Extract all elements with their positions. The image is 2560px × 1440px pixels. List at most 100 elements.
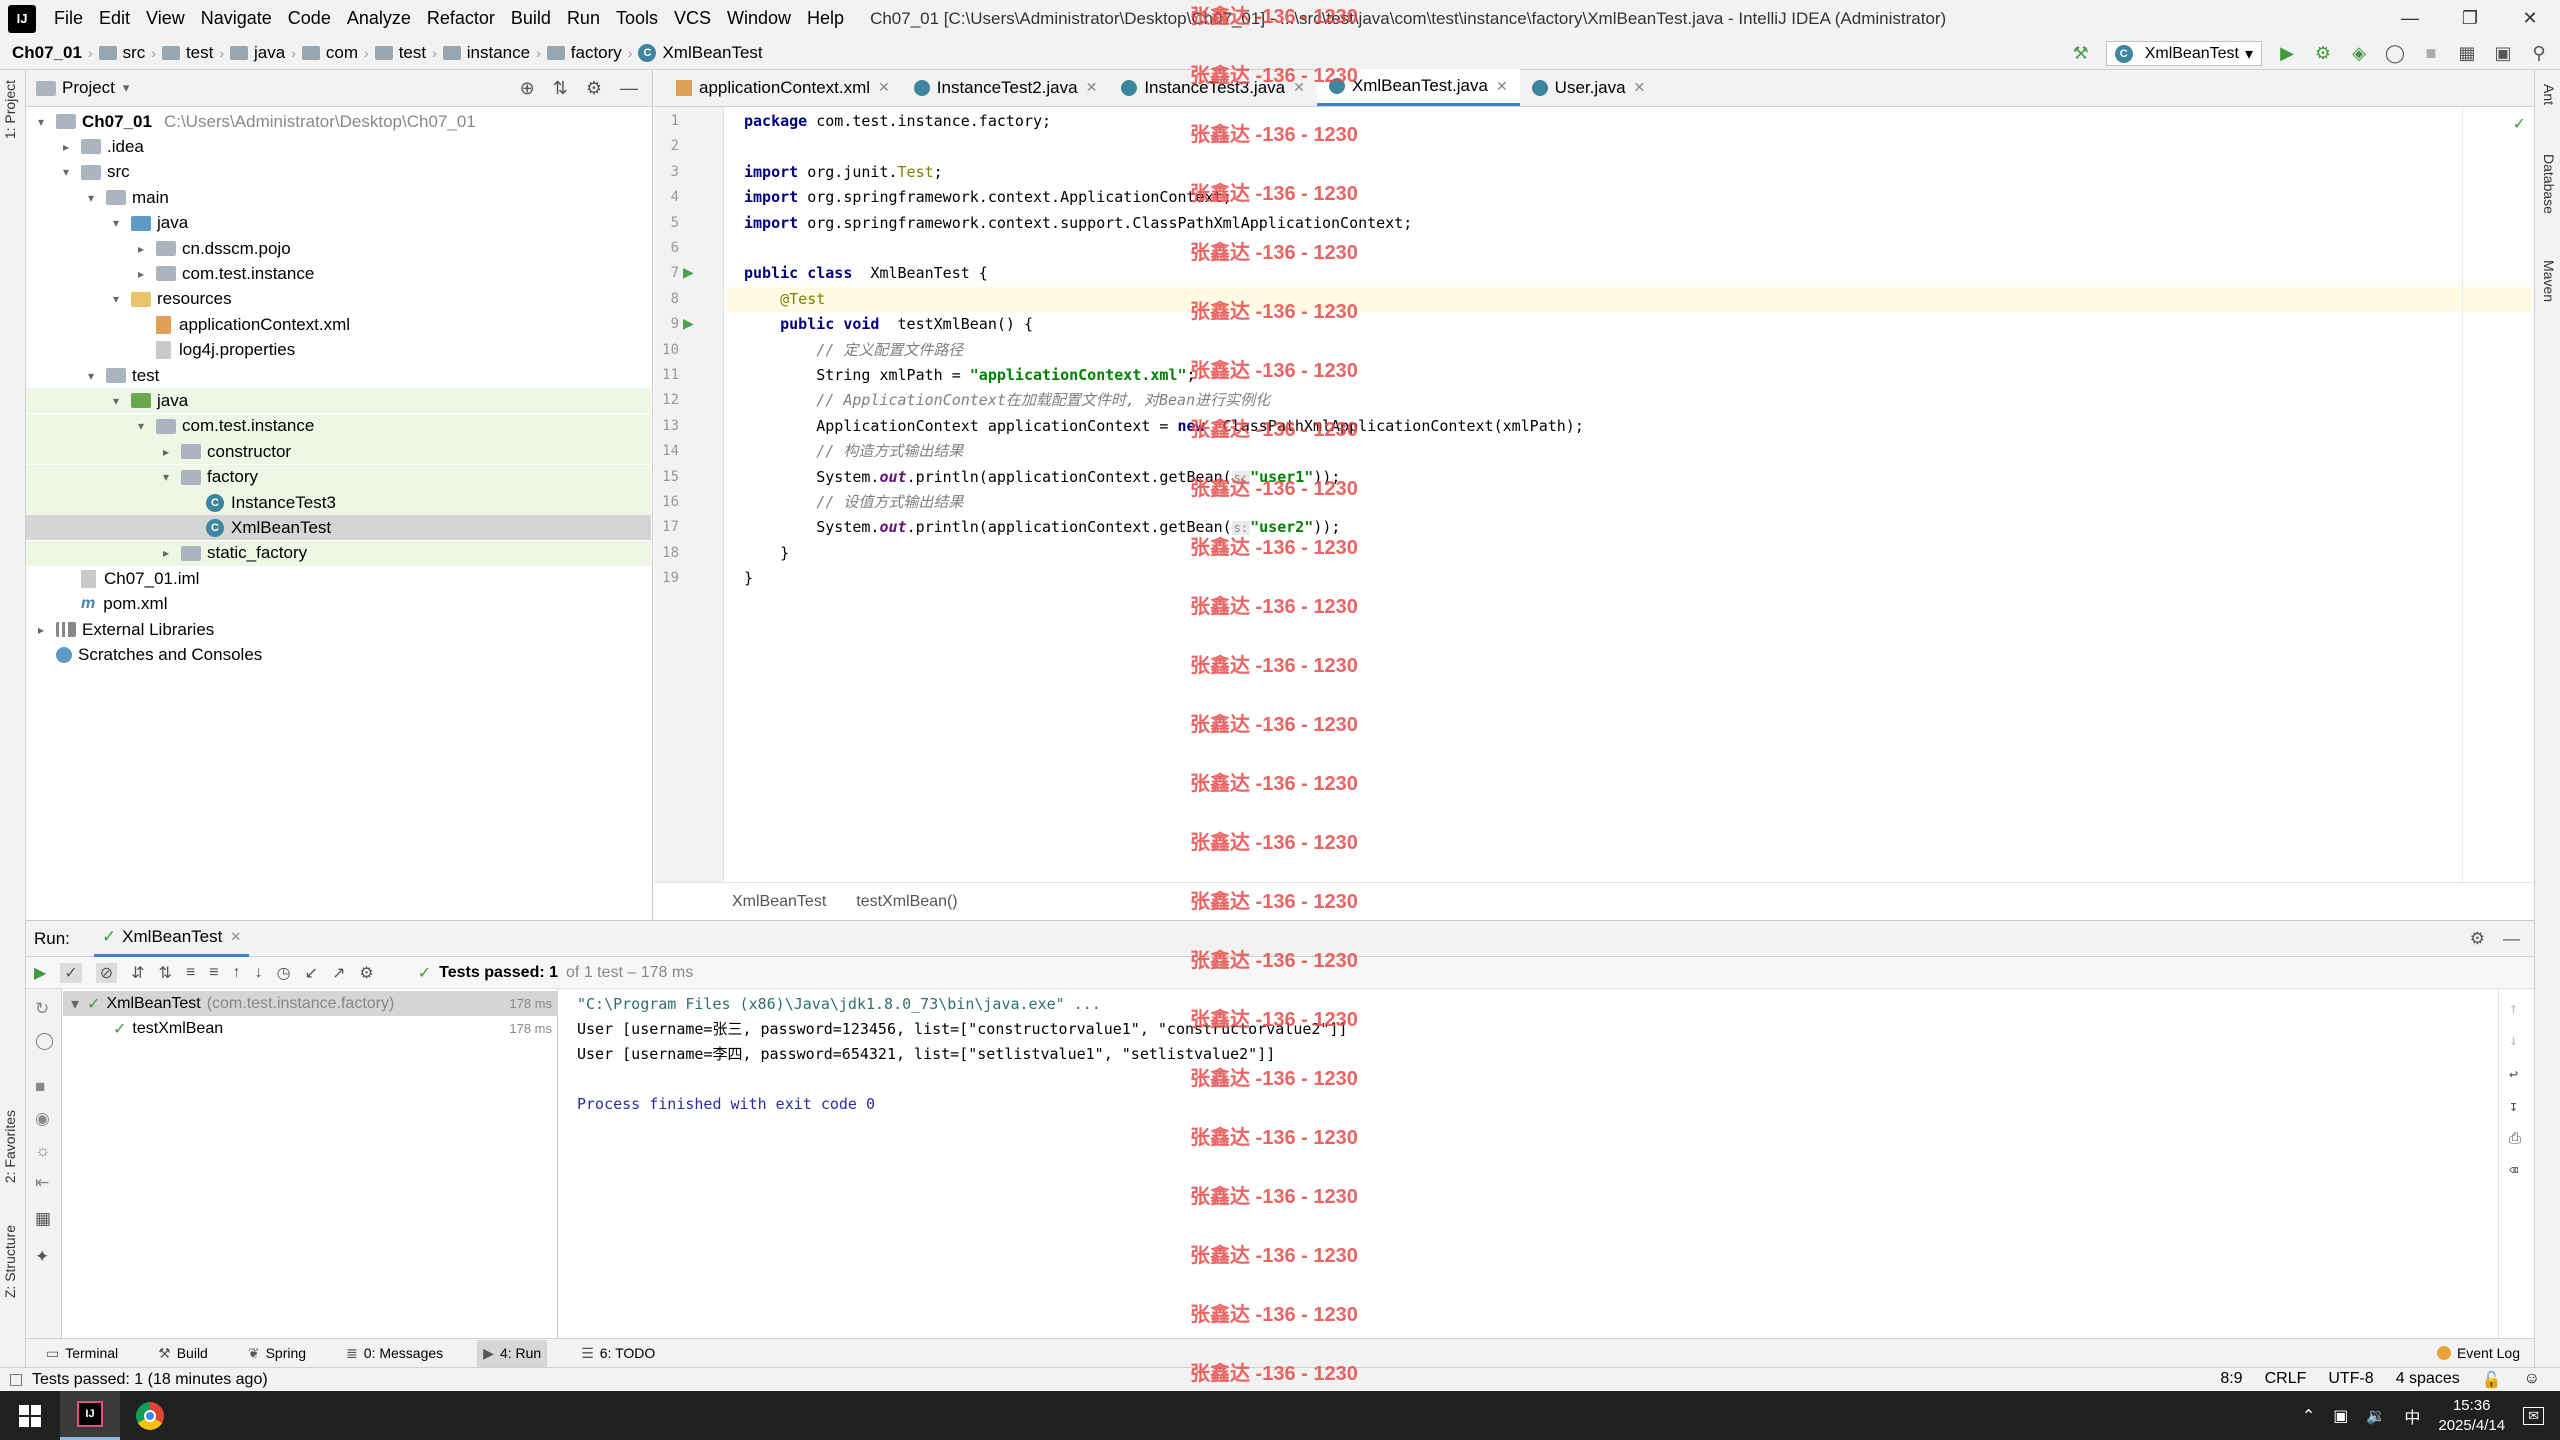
indent-setting[interactable]: 4 spaces xyxy=(2396,1370,2460,1390)
locate-icon[interactable]: ⊕ xyxy=(520,78,535,99)
breadcrumb-item[interactable]: src xyxy=(95,43,150,63)
exit-icon[interactable]: ⇤ xyxy=(35,1173,49,1193)
close-icon[interactable]: ✕ xyxy=(1496,78,1508,95)
editor-tab[interactable]: User.java ✕ xyxy=(1520,69,1658,106)
scroll-to-end-icon[interactable]: ↧ xyxy=(2509,1097,2518,1115)
breadcrumb-item[interactable]: com xyxy=(298,43,362,63)
tray-expand-icon[interactable]: ⌃ xyxy=(2302,1406,2315,1426)
chevron-down-icon[interactable]: ▾ xyxy=(159,470,173,484)
chevron-down-icon[interactable]: ▾ xyxy=(109,216,123,230)
project-structure-icon[interactable]: ▦ xyxy=(2456,43,2478,65)
run-icon[interactable]: ▶ xyxy=(2276,43,2298,65)
tree-item[interactable]: ▾ main xyxy=(26,185,651,210)
gear-icon[interactable]: ⚙ xyxy=(359,963,373,983)
tree-item[interactable]: ▸ constructor xyxy=(26,439,651,465)
chevron-down-icon[interactable]: ▾ xyxy=(84,369,98,383)
restart-icon[interactable]: ◯ xyxy=(35,1031,54,1051)
breadcrumb-item[interactable]: test xyxy=(371,43,430,63)
tree-item[interactable]: C InstanceTest3 xyxy=(26,490,651,515)
editor-crumb-method[interactable]: testXmlBean() xyxy=(856,893,957,911)
run-test-gutter-icon[interactable]: ▶ xyxy=(683,315,694,332)
expand-all-icon[interactable]: ≡ xyxy=(186,964,195,982)
collapse-all-icon[interactable]: ≡ xyxy=(209,964,218,982)
tree-item[interactable]: ▸ .idea xyxy=(26,134,651,159)
editor-tab[interactable]: applicationContext.xml ✕ xyxy=(664,69,902,106)
menu-run[interactable]: Run xyxy=(559,0,608,37)
build-hammer-icon[interactable]: ⚒ xyxy=(2070,43,2092,65)
rerun-icon[interactable]: ▶ xyxy=(34,963,46,983)
project-vtab[interactable]: 1: Project xyxy=(2,80,18,139)
chevron-down-icon[interactable]: ▾ xyxy=(34,115,48,129)
menu-build[interactable]: Build xyxy=(503,0,559,37)
menu-navigate[interactable]: Navigate xyxy=(193,0,280,37)
taskbar-chrome[interactable] xyxy=(120,1391,180,1440)
run-config-dropdown[interactable]: C XmlBeanTest ▾ xyxy=(2105,41,2262,66)
toolwindow-messages[interactable]: ≣ 0: Messages xyxy=(340,1340,449,1367)
gear-icon[interactable]: ⚙ xyxy=(2470,929,2485,949)
menu-refactor[interactable]: Refactor xyxy=(419,0,503,37)
run-tab[interactable]: ✓ XmlBeanTest ✕ xyxy=(93,921,250,957)
collapse-all-icon[interactable]: ⇅ xyxy=(553,78,568,99)
import-tests-icon[interactable]: ↙ xyxy=(305,963,318,983)
stop-icon[interactable]: ■ xyxy=(35,1077,45,1097)
breadcrumb-item[interactable]: instance xyxy=(439,43,534,63)
tree-item[interactable]: ▾ test xyxy=(26,363,651,388)
breadcrumb-item[interactable]: Ch07_01 xyxy=(8,43,86,63)
pin-tab-icon[interactable]: ✦ xyxy=(35,1247,49,1267)
chevron-down-icon[interactable]: ▾ xyxy=(134,419,148,433)
menu-help[interactable]: Help xyxy=(799,0,852,37)
close-icon[interactable]: ✕ xyxy=(1634,79,1646,96)
chevron-down-icon[interactable]: ▾ xyxy=(59,165,73,179)
prev-failed-icon[interactable]: ↑ xyxy=(233,964,241,982)
toolwindow-todo[interactable]: ☰ 6: TODO xyxy=(575,1340,661,1367)
search-icon[interactable]: ⚲ xyxy=(2528,43,2550,65)
structure-vtab[interactable]: Z: Structure xyxy=(2,1225,18,1298)
chevron-down-icon[interactable]: ▾ xyxy=(71,994,79,1014)
minimize-button[interactable]: — xyxy=(2380,0,2440,37)
tree-item[interactable]: ▾ resources xyxy=(26,287,651,312)
toolwindow-build[interactable]: ⚒ Build xyxy=(152,1340,214,1367)
tree-item[interactable]: applicationContext.xml xyxy=(26,312,651,337)
close-icon[interactable]: ✕ xyxy=(230,929,241,945)
show-passed-icon[interactable]: ✓ xyxy=(60,962,82,983)
toolwindow-run[interactable]: ▶ 4: Run xyxy=(477,1339,548,1367)
menu-analyze[interactable]: Analyze xyxy=(339,0,419,37)
close-icon[interactable]: ✕ xyxy=(1293,79,1305,96)
coverage-icon[interactable]: ◈ xyxy=(2348,43,2370,65)
sort-alpha-icon[interactable]: ⇵ xyxy=(131,963,144,983)
menu-window[interactable]: Window xyxy=(719,0,799,37)
ant-vtab[interactable]: Ant xyxy=(2541,84,2557,105)
next-failed-icon[interactable]: ↓ xyxy=(255,964,263,982)
layout-icon[interactable]: ▦ xyxy=(35,1209,51,1229)
network-icon[interactable]: ▣ xyxy=(2333,1406,2348,1426)
show-ignored-icon[interactable]: ⊘ xyxy=(95,962,118,983)
menu-file[interactable]: File xyxy=(46,0,91,37)
close-icon[interactable]: ✕ xyxy=(1086,79,1098,96)
favorites-vtab[interactable]: 2: Favorites xyxy=(2,1110,18,1183)
test-tree-item[interactable]: ▾ ✓ XmlBeanTest (com.test.instance.factory)… xyxy=(63,991,558,1016)
status-message[interactable]: Tests passed: 1 (18 minutes ago) xyxy=(32,1371,268,1389)
breadcrumb-item[interactable]: test xyxy=(158,43,217,63)
tree-item[interactable]: ▾ Ch07_01 C:\Users\Administrator\Desktop\C… xyxy=(26,109,651,134)
windows-start-button[interactable] xyxy=(0,1391,60,1440)
breadcrumb-item[interactable]: java xyxy=(226,43,289,63)
toolwindow-terminal[interactable]: ▭ Terminal xyxy=(40,1340,124,1367)
database-vtab[interactable]: Database xyxy=(2541,154,2557,214)
volume-icon[interactable]: 🔉 xyxy=(2366,1406,2386,1426)
tree-item[interactable]: ▸ com.test.instance xyxy=(26,261,651,286)
clock[interactable]: 15:36 2025/4/14 xyxy=(2438,1396,2505,1436)
menu-vcs[interactable]: VCS xyxy=(666,0,719,37)
chevron-right-icon[interactable]: ▸ xyxy=(134,242,148,256)
editor-tab[interactable]: InstanceTest2.java ✕ xyxy=(902,69,1110,106)
tree-item[interactable]: ▸ cn.dsscm.pojo xyxy=(26,236,651,261)
down-arrow-icon[interactable]: ↓ xyxy=(2509,1031,2518,1049)
chevron-right-icon[interactable]: ▸ xyxy=(159,445,173,459)
tree-item[interactable]: ▾ java xyxy=(26,211,651,236)
tree-item[interactable]: Ch07_01.iml xyxy=(26,566,651,591)
bug-icon[interactable]: ☼ xyxy=(35,1141,51,1161)
pin-icon[interactable]: ↻ xyxy=(35,999,49,1019)
status-toggle-icon[interactable] xyxy=(10,1373,22,1386)
breadcrumb-item[interactable]: factory xyxy=(543,43,626,63)
chevron-right-icon[interactable]: ▸ xyxy=(159,546,173,560)
chevron-right-icon[interactable]: ▸ xyxy=(134,267,148,281)
